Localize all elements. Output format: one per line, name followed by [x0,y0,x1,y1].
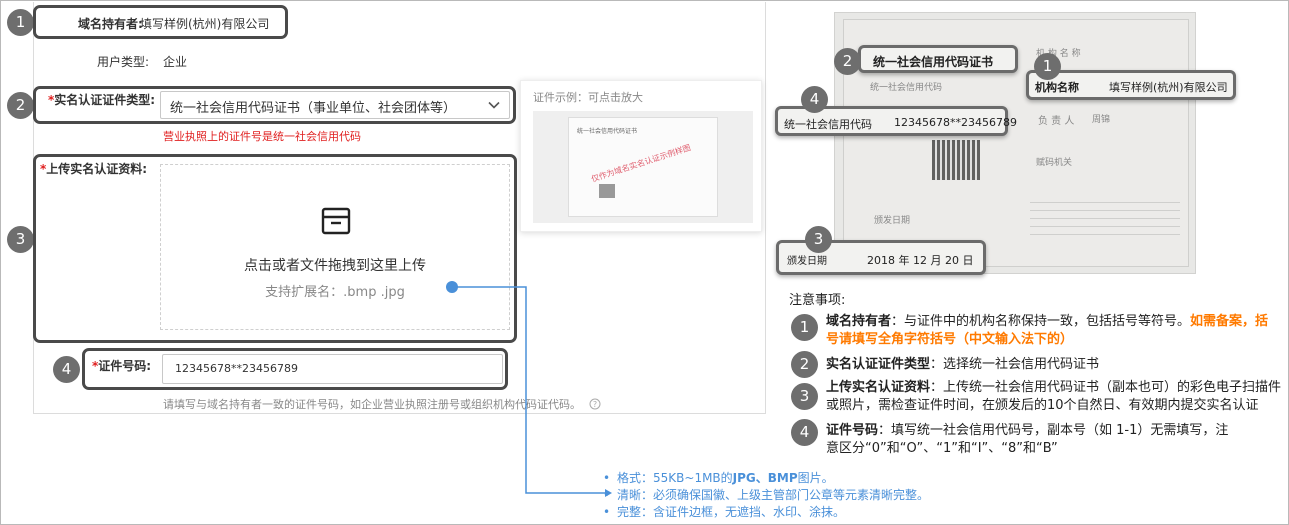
cert-step-marker-4: 4 [801,86,828,113]
upload-label: *上传实名认证资料: [40,162,148,176]
cert-ghost-person-label: 负 责 人 [1038,116,1075,127]
example-card[interactable]: 证件示例：可点击放大 统一社会信用代码证书 仅作为域名实名认证示例样图 [520,80,762,232]
id-type-label: *实名认证证件类型: [48,93,156,107]
note-item-2: 实名认证证件类型：选择统一社会信用代码证书 [826,356,1276,374]
note-marker-2: 2 [791,351,818,378]
cert-date-value: 2018 年 12 月 20 日 [867,254,974,267]
step-marker-3: 3 [7,226,34,253]
connector-line [446,281,612,497]
domain-holder-label: 域名持有者: [78,17,143,31]
cert-step-marker-2: 2 [834,48,861,75]
note-1-text: ：与证件中的机构名称保持一致，包括括号等符号。 [891,314,1191,329]
cert-qr-code [932,140,980,180]
note-4-text: ：填写统一社会信用代码号，副本号（如 1-1）无需填写，注意区分“0”和“O”、… [826,423,1229,456]
id-type-error-text: 营业执照上的证件号是统一社会信用代码 [163,130,361,143]
cert-ghost-code-label: 统一社会信用代码 [870,83,943,93]
note-4-heading: 证件号码 [826,423,879,438]
note-2-text: ：选择统一社会信用代码证书 [930,357,1100,372]
cert-code-value: 12345678**23456789 [894,116,1017,129]
requirement-format: • 格式：55KB~1MB的JPG、BMP图片。 [603,471,834,485]
note-item-4: 证件号码：填写统一社会信用代码号，副本号（如 1-1）无需填写，注意区分“0”和… [826,422,1236,458]
cert-number-value: 12345678**23456789 [175,362,298,375]
cert-date-label: 颁发日期 [787,256,827,267]
cert-step-marker-3: 3 [805,226,832,253]
note-marker-4: 4 [791,419,818,446]
id-type-select[interactable]: 统一社会信用代码证书（事业单位、社会团体等） [160,91,510,119]
cert-ghost-issuer: 赋码机关 [1036,158,1073,168]
example-watermark: 仅作为域名实名认证示例样图 [590,143,692,184]
cert-fine-print [1030,195,1180,235]
note-1-heading: 域名持有者 [826,314,892,329]
user-type-value: 企业 [163,55,188,69]
cert-step-marker-1: 1 [1034,53,1061,80]
cert-number-label: *证件号码: [92,359,152,373]
note-item-1: 域名持有者：与证件中的机构名称保持一致，包括括号等符号。如需备案，括号请填写全角… [826,313,1276,349]
note-marker-3: 3 [791,383,818,410]
step-marker-4: 4 [53,356,80,383]
note-3-heading: 上传实名认证资料 [826,380,931,395]
domain-holder-value: 填写样例(杭州)有限公司 [140,17,270,31]
chevron-down-icon [488,101,500,109]
step-marker-2: 2 [7,92,34,119]
example-qr [599,184,615,198]
example-thumbnail[interactable]: 统一社会信用代码证书 仅作为域名实名认证示例样图 [533,111,753,223]
id-type-selected-value: 统一社会信用代码证书（事业单位、社会团体等） [170,101,457,116]
example-paper: 统一社会信用代码证书 仅作为域名实名认证示例样图 [568,117,718,217]
cert-org-label: 机构名称 [1035,81,1079,94]
cert-ghost-date: 颁发日期 [874,216,911,226]
cert-title: 统一社会信用代码证书 [873,55,994,69]
example-title: 证件示例：可点击放大 [533,91,643,104]
cert-org-value: 填写样例(杭州)有限公司 [1109,81,1228,94]
notes-title: 注意事项: [789,293,846,308]
note-item-3: 上传实名认证资料：上传统一社会信用代码证书（副本也可）的彩色电子扫描件或照片，需… [826,379,1286,415]
upload-instruction: 点击或者文件拖拽到这里上传 [244,258,426,274]
cert-code-label: 统一社会信用代码 [784,118,872,131]
note-marker-1: 1 [791,314,818,341]
upload-requirements: • 格式：55KB~1MB的JPG、BMP图片。 • 清晰：必须确保国徽、上级主管部… [603,470,929,521]
user-type-label: 用户类型: [97,55,150,69]
requirement-clarity: • 清晰：必须确保国徽、上级主管部门公章等元素清晰完整。 [603,488,930,502]
step-marker-1: 1 [7,9,34,36]
cert-ghost-person-value: 周锦 [1092,115,1111,125]
requirement-completeness: • 完整：含证件边框，无遮挡、水印、涂抹。 [603,505,846,519]
inbox-icon [321,207,351,235]
example-cert-header: 统一社会信用代码证书 [577,128,638,135]
cert-callout-title: 统一社会信用代码证书 [858,45,1018,73]
note-2-heading: 实名认证证件类型 [826,357,931,372]
